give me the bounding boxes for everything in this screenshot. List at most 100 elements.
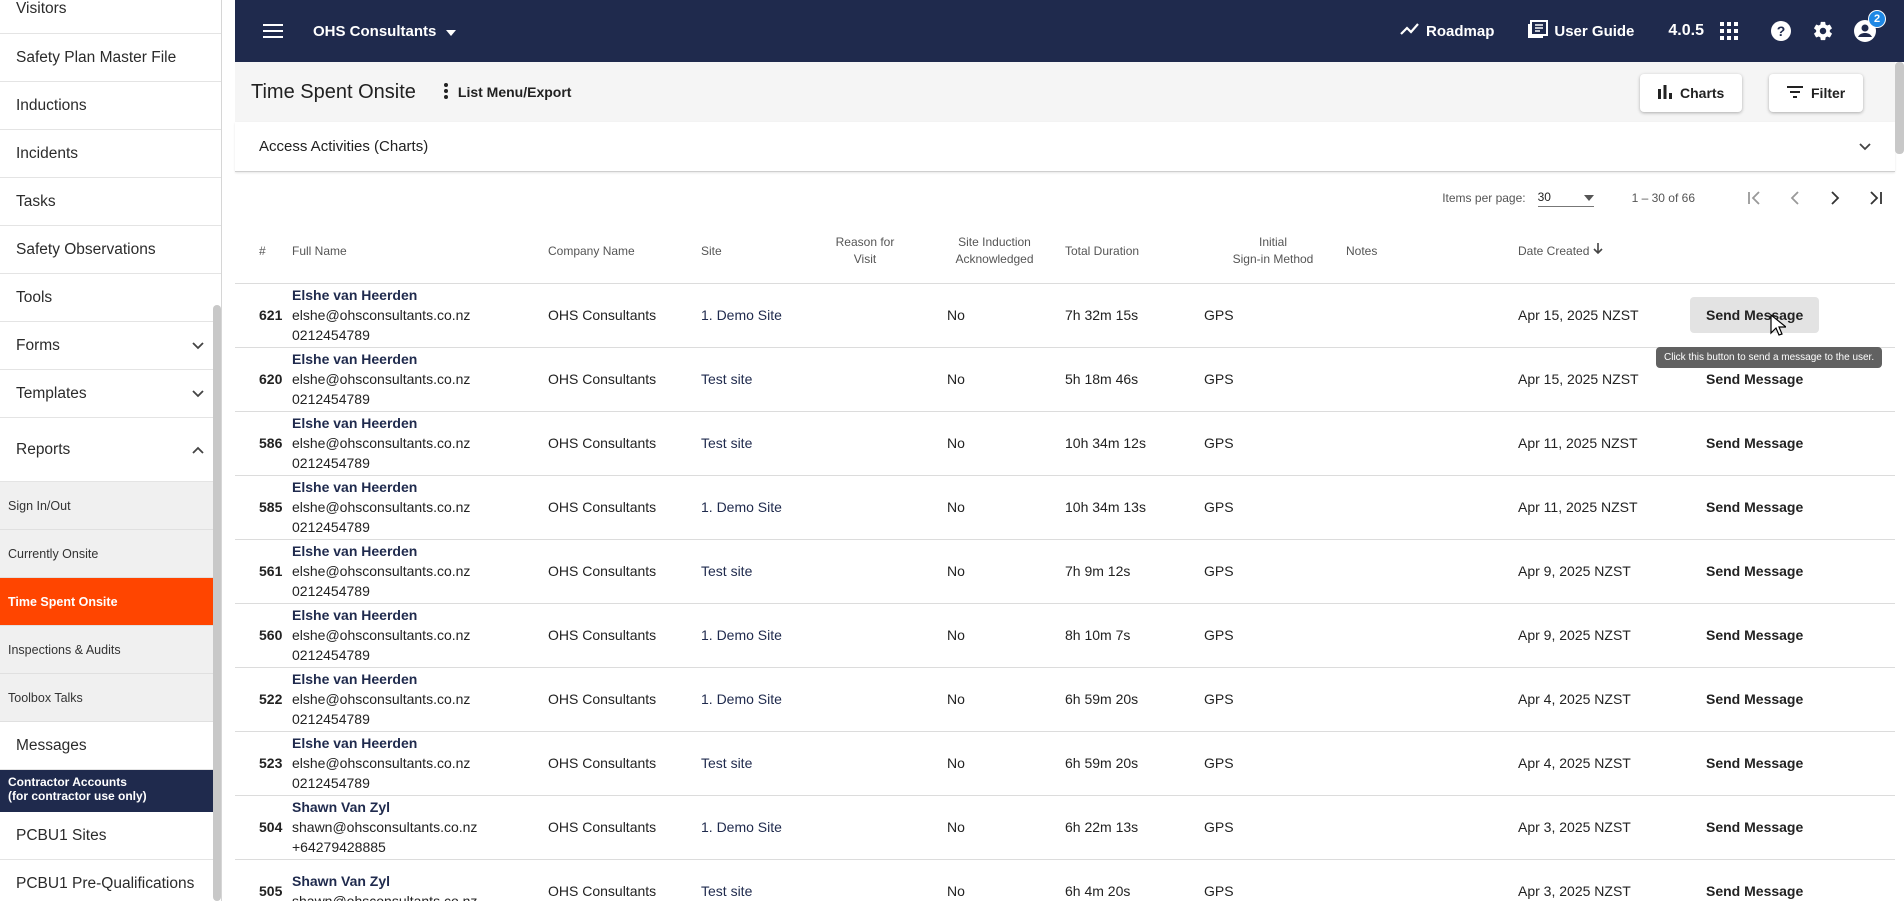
send-message-button[interactable]: Send Message bbox=[1690, 617, 1819, 653]
table-row[interactable]: 620 Elshe van Heerden elshe@ohsconsultants… bbox=[235, 347, 1895, 412]
org-name: OHS Consultants bbox=[313, 22, 437, 40]
sidebar-item-messages[interactable]: Messages bbox=[0, 722, 221, 770]
paginator: Items per page: 30 1 – 30 of 66 bbox=[235, 176, 1895, 220]
row-site-link[interactable]: 1. Demo Site bbox=[701, 795, 806, 860]
header-duration[interactable]: Total Duration bbox=[1065, 220, 1200, 284]
previous-page-icon[interactable] bbox=[1775, 178, 1815, 218]
account-icon[interactable]: 2 bbox=[1852, 10, 1886, 44]
table-row[interactable]: 585 Elshe van Heerden elshe@ohsconsultants… bbox=[235, 475, 1895, 540]
charts-button[interactable]: Charts bbox=[1640, 74, 1743, 112]
header-full-name[interactable]: Full Name bbox=[288, 220, 548, 284]
table-row[interactable]: 522 Elshe van Heerden elshe@ohsconsultants… bbox=[235, 667, 1895, 732]
row-actions: Send Message bbox=[1690, 539, 1895, 604]
send-message-button[interactable]: Send Message bbox=[1690, 745, 1819, 781]
last-page-icon[interactable] bbox=[1855, 178, 1895, 218]
table-row[interactable]: 523 Elshe van Heerden elshe@ohsconsultants… bbox=[235, 731, 1895, 796]
table-row[interactable]: 560 Elshe van Heerden elshe@ohsconsultants… bbox=[235, 603, 1895, 668]
table-row[interactable]: 561 Elshe van Heerden elshe@ohsconsultants… bbox=[235, 539, 1895, 604]
row-site-link[interactable]: 1. Demo Site bbox=[701, 603, 806, 668]
user-guide-link[interactable]: User Guide bbox=[1528, 20, 1634, 42]
table-row[interactable]: 505 Shawn Van Zyl shawn@ohsconsultants.co.… bbox=[235, 859, 1895, 901]
row-id: 585 bbox=[235, 475, 288, 540]
send-message-button[interactable]: Send Message bbox=[1690, 873, 1819, 901]
row-induction: No bbox=[924, 603, 1065, 668]
sidebar-sub-currently-onsite[interactable]: Currently Onsite bbox=[0, 530, 221, 578]
row-notes bbox=[1346, 411, 1518, 476]
table-row[interactable]: 586 Elshe van Heerden elshe@ohsconsultants… bbox=[235, 411, 1895, 476]
user-name: Elshe van Heerden bbox=[292, 671, 418, 687]
send-message-button[interactable]: Send Message bbox=[1690, 681, 1819, 717]
sidebar-item-visitors[interactable]: Visitors bbox=[0, 0, 221, 34]
header-num[interactable]: # bbox=[235, 220, 288, 284]
sidebar-sub-inspections-audits[interactable]: Inspections & Audits bbox=[0, 626, 221, 674]
row-duration: 8h 10m 7s bbox=[1065, 603, 1200, 668]
row-induction: No bbox=[924, 731, 1065, 796]
header-date-created[interactable]: Date Created bbox=[1518, 220, 1690, 284]
settings-gear-icon[interactable] bbox=[1810, 18, 1836, 44]
sidebar-item-incidents[interactable]: Incidents bbox=[0, 130, 221, 178]
row-site-link[interactable]: Test site bbox=[701, 539, 806, 604]
row-site-link[interactable]: 1. Demo Site bbox=[701, 475, 806, 540]
filter-button[interactable]: Filter bbox=[1769, 74, 1864, 112]
header-notes[interactable]: Notes bbox=[1346, 220, 1518, 284]
items-per-page-label: Items per page: bbox=[1442, 191, 1526, 205]
user-email: elshe@ohsconsultants.co.nz bbox=[292, 307, 471, 323]
row-id: 505 bbox=[235, 859, 288, 901]
sidebar-item-label: Safety Observations bbox=[16, 240, 156, 258]
table-row[interactable]: 504 Shawn Van Zyl shawn@ohsconsultants.co.… bbox=[235, 795, 1895, 860]
access-activities-accordion[interactable]: Access Activities (Charts) bbox=[235, 122, 1895, 172]
row-signin-method: GPS bbox=[1200, 411, 1346, 476]
row-site-link[interactable]: 1. Demo Site bbox=[701, 283, 806, 348]
send-message-button[interactable]: Send Message bbox=[1690, 297, 1820, 333]
sidebar-item-tools[interactable]: Tools bbox=[0, 274, 221, 322]
header-company[interactable]: Company Name bbox=[548, 220, 701, 284]
sidebar-item-pcbu1-prequal[interactable]: PCBU1 Pre-Qualifications bbox=[0, 860, 221, 901]
table-row[interactable]: 621 Elshe van Heerden elshe@ohsconsultants… bbox=[235, 283, 1895, 348]
sidebar-item-tasks[interactable]: Tasks bbox=[0, 178, 221, 226]
user-name: Shawn Van Zyl bbox=[292, 799, 391, 815]
send-message-button[interactable]: Send Message bbox=[1690, 489, 1819, 525]
sidebar-item-safety-plan[interactable]: Safety Plan Master File bbox=[0, 34, 221, 82]
sidebar-item-label: Forms bbox=[16, 336, 60, 354]
row-company: OHS Consultants bbox=[548, 795, 701, 860]
sidebar-item-safety-observations[interactable]: Safety Observations bbox=[0, 226, 221, 274]
sidebar-item-label: Inductions bbox=[16, 96, 87, 114]
header-site[interactable]: Site bbox=[701, 220, 806, 284]
roadmap-link[interactable]: Roadmap bbox=[1400, 22, 1494, 40]
row-site-link[interactable]: 1. Demo Site bbox=[701, 667, 806, 732]
sidebar-scrollbar[interactable] bbox=[213, 305, 221, 901]
row-actions: Send Message bbox=[1690, 859, 1895, 901]
sidebar-sub-toolbox-talks[interactable]: Toolbox Talks bbox=[0, 674, 221, 722]
sidebar-item-reports[interactable]: Reports bbox=[0, 418, 221, 482]
header-reason[interactable]: Reason for Visit bbox=[806, 220, 924, 284]
help-icon[interactable]: ? bbox=[1768, 18, 1794, 44]
row-site-link[interactable]: Test site bbox=[701, 859, 806, 901]
send-message-button[interactable]: Send Message bbox=[1690, 809, 1819, 845]
sidebar-item-label: Safety Plan Master File bbox=[16, 48, 177, 66]
row-site-link[interactable]: Test site bbox=[701, 731, 806, 796]
time-spent-table: # Full Name Company Name Site Reason for… bbox=[235, 220, 1895, 901]
apps-grid-icon[interactable] bbox=[1716, 18, 1742, 44]
sidebar-sub-sign-in-out[interactable]: Sign In/Out bbox=[0, 482, 221, 530]
row-date-created: Apr 3, 2025 NZST bbox=[1518, 859, 1690, 901]
header-induction[interactable]: Site Induction Acknowledged bbox=[924, 220, 1065, 284]
first-page-icon[interactable] bbox=[1735, 178, 1775, 218]
next-page-icon[interactable] bbox=[1815, 178, 1855, 218]
sidebar-item-forms[interactable]: Forms bbox=[0, 322, 221, 370]
sidebar-item-inductions[interactable]: Inductions bbox=[0, 82, 221, 130]
row-induction: No bbox=[924, 859, 1065, 901]
sidebar-sub-time-spent-onsite[interactable]: Time Spent Onsite bbox=[0, 578, 221, 626]
send-message-button[interactable]: Send Message bbox=[1690, 425, 1819, 461]
hamburger-menu-icon[interactable] bbox=[259, 17, 287, 45]
page-scrollbar[interactable] bbox=[1895, 62, 1904, 154]
send-message-button[interactable]: Send Message bbox=[1690, 553, 1819, 589]
top-bar: OHS Consultants Roadmap User Guide 4.0.5… bbox=[235, 0, 1904, 62]
row-site-link[interactable]: Test site bbox=[701, 411, 806, 476]
sidebar-item-pcbu1-sites[interactable]: PCBU1 Sites bbox=[0, 812, 221, 860]
items-per-page-select[interactable]: 30 bbox=[1537, 190, 1594, 207]
org-selector[interactable]: OHS Consultants bbox=[313, 22, 457, 40]
sidebar-item-templates[interactable]: Templates bbox=[0, 370, 221, 418]
row-site-link[interactable]: Test site bbox=[701, 347, 806, 412]
list-menu-export-button[interactable]: List Menu/Export bbox=[443, 82, 571, 102]
header-signin[interactable]: Initial Sign-in Method bbox=[1200, 220, 1346, 284]
